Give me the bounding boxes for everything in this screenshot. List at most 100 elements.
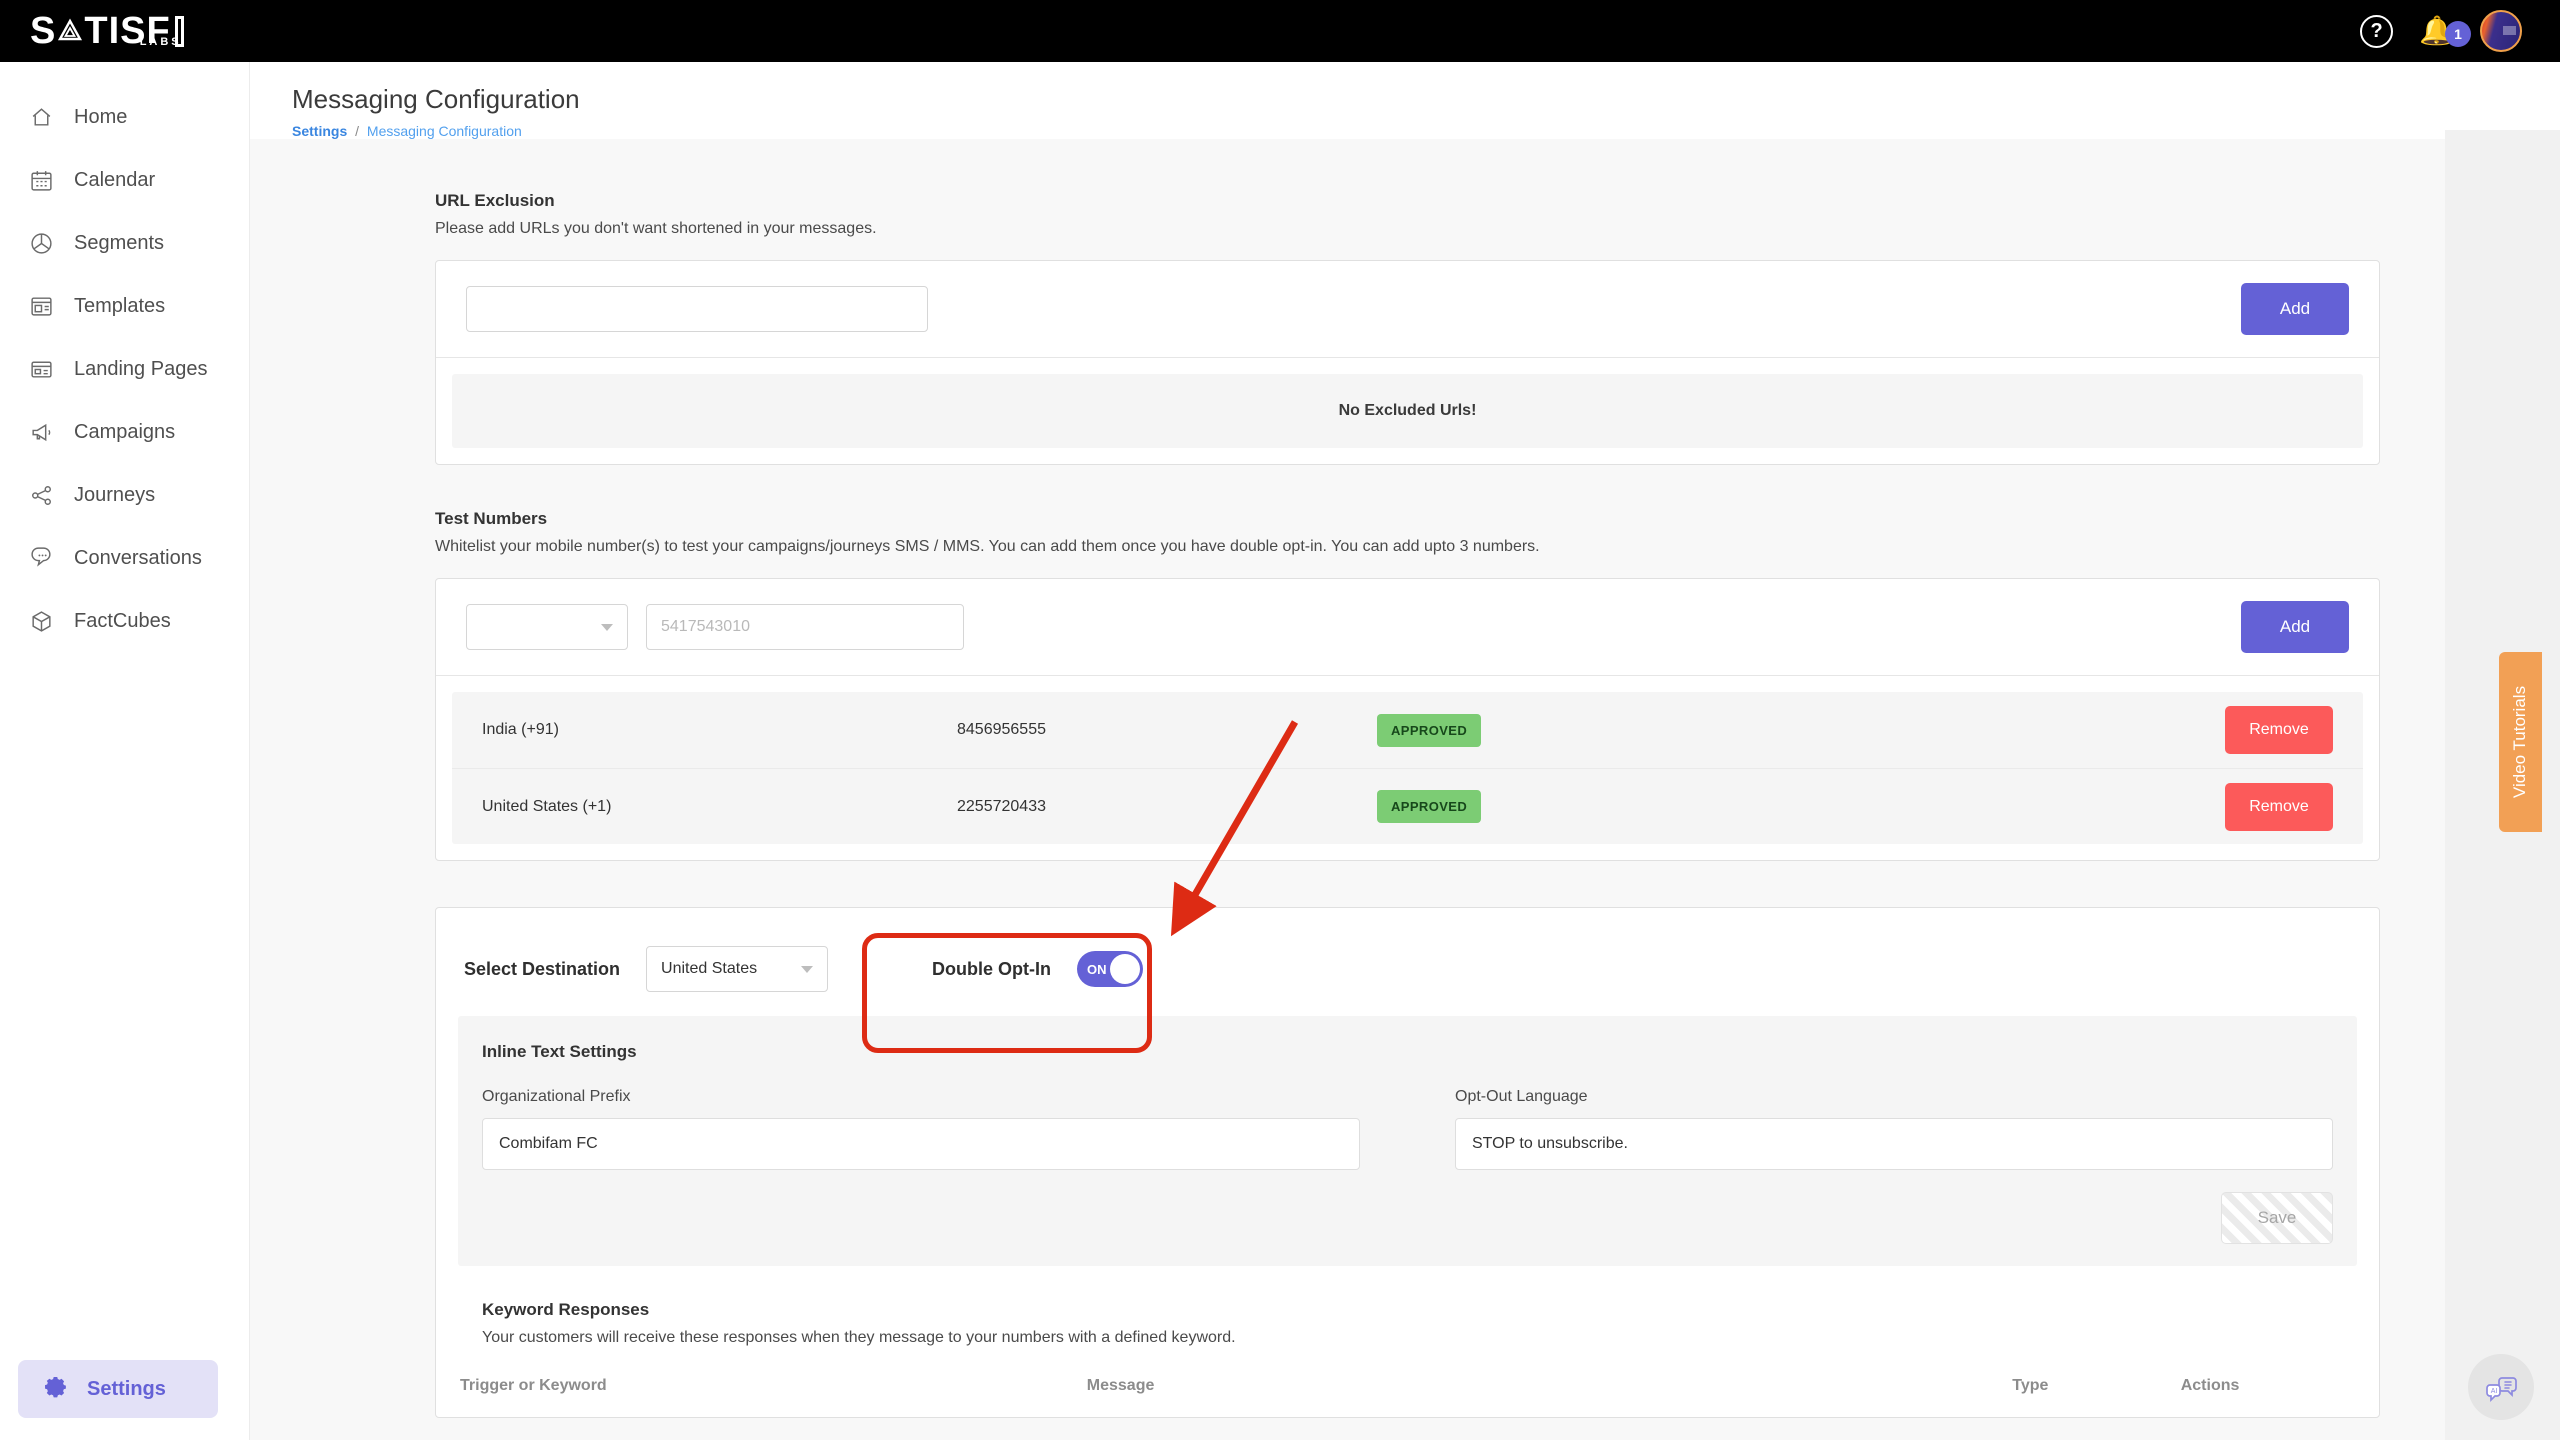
url-add-button[interactable]: Add — [2241, 283, 2349, 335]
help-icon[interactable]: ? — [2360, 15, 2393, 48]
opt-in-controls-row: Select Destination United States Double … — [458, 934, 2357, 1004]
test-numbers-panel: Add India (+91) 8456956555 APPROVED Re — [435, 578, 2380, 861]
url-exclusion-subtitle: Please add URLs you don't want shortened… — [435, 220, 2380, 238]
notification-badge: 1 — [2445, 21, 2471, 47]
gear-icon — [44, 1377, 69, 1402]
row-number: 2255720433 — [957, 798, 1377, 816]
row-country: India (+91) — [482, 721, 957, 739]
save-row: Save — [482, 1192, 2333, 1244]
video-tutorials-tab[interactable]: Video Tutorials — [2499, 652, 2542, 832]
organizational-prefix-field: Organizational Prefix — [482, 1088, 1360, 1170]
sidebar-nav: Home Calendar Segments Templates — [0, 62, 249, 653]
sidebar-item-segments[interactable]: Segments — [0, 212, 249, 275]
save-button[interactable]: Save — [2221, 1192, 2333, 1244]
destination-select-value: United States — [661, 960, 757, 978]
cube-icon — [28, 609, 54, 635]
sidebar-item-label: Campaigns — [74, 421, 175, 444]
phone-number-input[interactable] — [646, 604, 964, 650]
organizational-prefix-input[interactable] — [482, 1118, 1360, 1170]
keyword-responses-table-header: Trigger or Keyword Message Type Actions — [482, 1377, 2357, 1395]
country-select-wrap — [466, 604, 628, 650]
url-exclusion-input-row: Add — [436, 261, 2379, 357]
sidebar-item-label: Segments — [74, 232, 164, 255]
column-header-trigger: Trigger or Keyword — [460, 1377, 1087, 1395]
calendar-icon — [28, 168, 54, 194]
country-select[interactable] — [466, 604, 628, 650]
top-bar-actions: ? 🔔 1 — [2360, 10, 2560, 52]
organizational-prefix-label: Organizational Prefix — [482, 1088, 1360, 1106]
row-number: 8456956555 — [957, 721, 1377, 739]
segments-icon — [28, 231, 54, 257]
sidebar: Home Calendar Segments Templates — [0, 62, 250, 1440]
chat-bubble-icon — [28, 546, 54, 572]
ai-chat-icon: AI — [2481, 1367, 2521, 1407]
sidebar-item-journeys[interactable]: Journeys — [0, 464, 249, 527]
row-status: APPROVED — [1377, 790, 1922, 823]
avatar[interactable] — [2480, 10, 2522, 52]
keyword-responses-section: Keyword Responses Your customers will re… — [458, 1300, 2357, 1395]
destination-select[interactable]: United States — [646, 946, 828, 992]
brand-logo[interactable]: S TISF LABS — [0, 12, 250, 50]
top-bar: S TISF LABS ? 🔔 1 — [0, 0, 2560, 62]
url-exclusion-panel: Add No Excluded Urls! — [435, 260, 2380, 465]
url-exclusion-input[interactable] — [466, 286, 928, 332]
sidebar-item-label: Journeys — [74, 484, 155, 507]
column-header-message: Message — [1087, 1377, 2012, 1395]
inline-text-settings-title: Inline Text Settings — [482, 1042, 2333, 1062]
inline-text-settings: Inline Text Settings Organizational Pref… — [458, 1016, 2357, 1266]
sidebar-item-calendar[interactable]: Calendar — [0, 149, 249, 212]
test-numbers-section: Test Numbers Whitelist your mobile numbe… — [435, 509, 2380, 861]
page-header: Messaging Configuration Settings / Messa… — [250, 62, 2560, 139]
chevron-down-icon — [601, 624, 613, 631]
megaphone-icon — [28, 420, 54, 446]
table-row: India (+91) 8456956555 APPROVED Remove — [452, 692, 2363, 768]
breadcrumb: Settings / Messaging Configuration — [292, 123, 2560, 139]
breadcrumb-separator: / — [355, 123, 359, 139]
sidebar-item-label: Landing Pages — [74, 358, 207, 381]
sidebar-item-campaigns[interactable]: Campaigns — [0, 401, 249, 464]
notifications-button[interactable]: 🔔 1 — [2419, 17, 2454, 45]
breadcrumb-settings[interactable]: Settings — [292, 123, 347, 139]
chevron-down-icon — [801, 966, 813, 973]
double-opt-in-label: Double Opt-In — [932, 959, 1051, 980]
opt-out-language-input[interactable] — [1455, 1118, 2333, 1170]
sidebar-item-home[interactable]: Home — [0, 86, 249, 149]
row-country: United States (+1) — [482, 798, 957, 816]
url-exclusion-section: URL Exclusion Please add URLs you don't … — [435, 191, 2380, 465]
status-badge: APPROVED — [1377, 790, 1481, 823]
row-status: APPROVED — [1377, 714, 1922, 747]
app-root: S TISF LABS ? 🔔 1 Home — [0, 0, 2560, 1440]
table-row: United States (+1) 2255720433 APPROVED R… — [452, 768, 2363, 844]
url-exclusion-title: URL Exclusion — [435, 191, 2380, 211]
test-numbers-input-row: Add — [436, 579, 2379, 675]
double-opt-in-toggle[interactable]: ON — [1077, 951, 1143, 987]
remove-button[interactable]: Remove — [2225, 783, 2333, 831]
url-exclusion-empty-state: No Excluded Urls! — [452, 374, 2363, 448]
home-icon — [28, 105, 54, 131]
main-content: Messaging Configuration Settings / Messa… — [250, 62, 2560, 1440]
column-header-type: Type — [2012, 1377, 2180, 1395]
landing-pages-icon — [28, 357, 54, 383]
sidebar-item-label: Templates — [74, 295, 165, 318]
sidebar-item-factcubes[interactable]: FactCubes — [0, 590, 249, 653]
templates-icon — [28, 294, 54, 320]
test-numbers-title: Test Numbers — [435, 509, 2380, 529]
opt-out-language-label: Opt-Out Language — [1455, 1088, 2333, 1106]
status-badge: APPROVED — [1377, 714, 1481, 747]
sidebar-item-settings[interactable]: Settings — [18, 1360, 218, 1418]
sidebar-item-conversations[interactable]: Conversations — [0, 527, 249, 590]
sidebar-item-label: Home — [74, 106, 127, 129]
test-number-add-button[interactable]: Add — [2241, 601, 2349, 653]
inline-fields: Organizational Prefix Opt-Out Language — [482, 1088, 2333, 1170]
sidebar-item-templates[interactable]: Templates — [0, 275, 249, 338]
ai-chat-button[interactable]: AI — [2468, 1354, 2534, 1420]
sidebar-item-landing-pages[interactable]: Landing Pages — [0, 338, 249, 401]
remove-button[interactable]: Remove — [2225, 706, 2333, 754]
page-title: Messaging Configuration — [292, 84, 2560, 115]
breadcrumb-current[interactable]: Messaging Configuration — [367, 123, 522, 139]
share-nodes-icon — [28, 483, 54, 509]
keyword-responses-subtitle: Your customers will receive these respon… — [482, 1329, 2357, 1347]
content-area: URL Exclusion Please add URLs you don't … — [250, 139, 2560, 1418]
keyword-responses-title: Keyword Responses — [482, 1300, 2357, 1320]
video-tutorials-label: Video Tutorials — [2511, 686, 2531, 798]
